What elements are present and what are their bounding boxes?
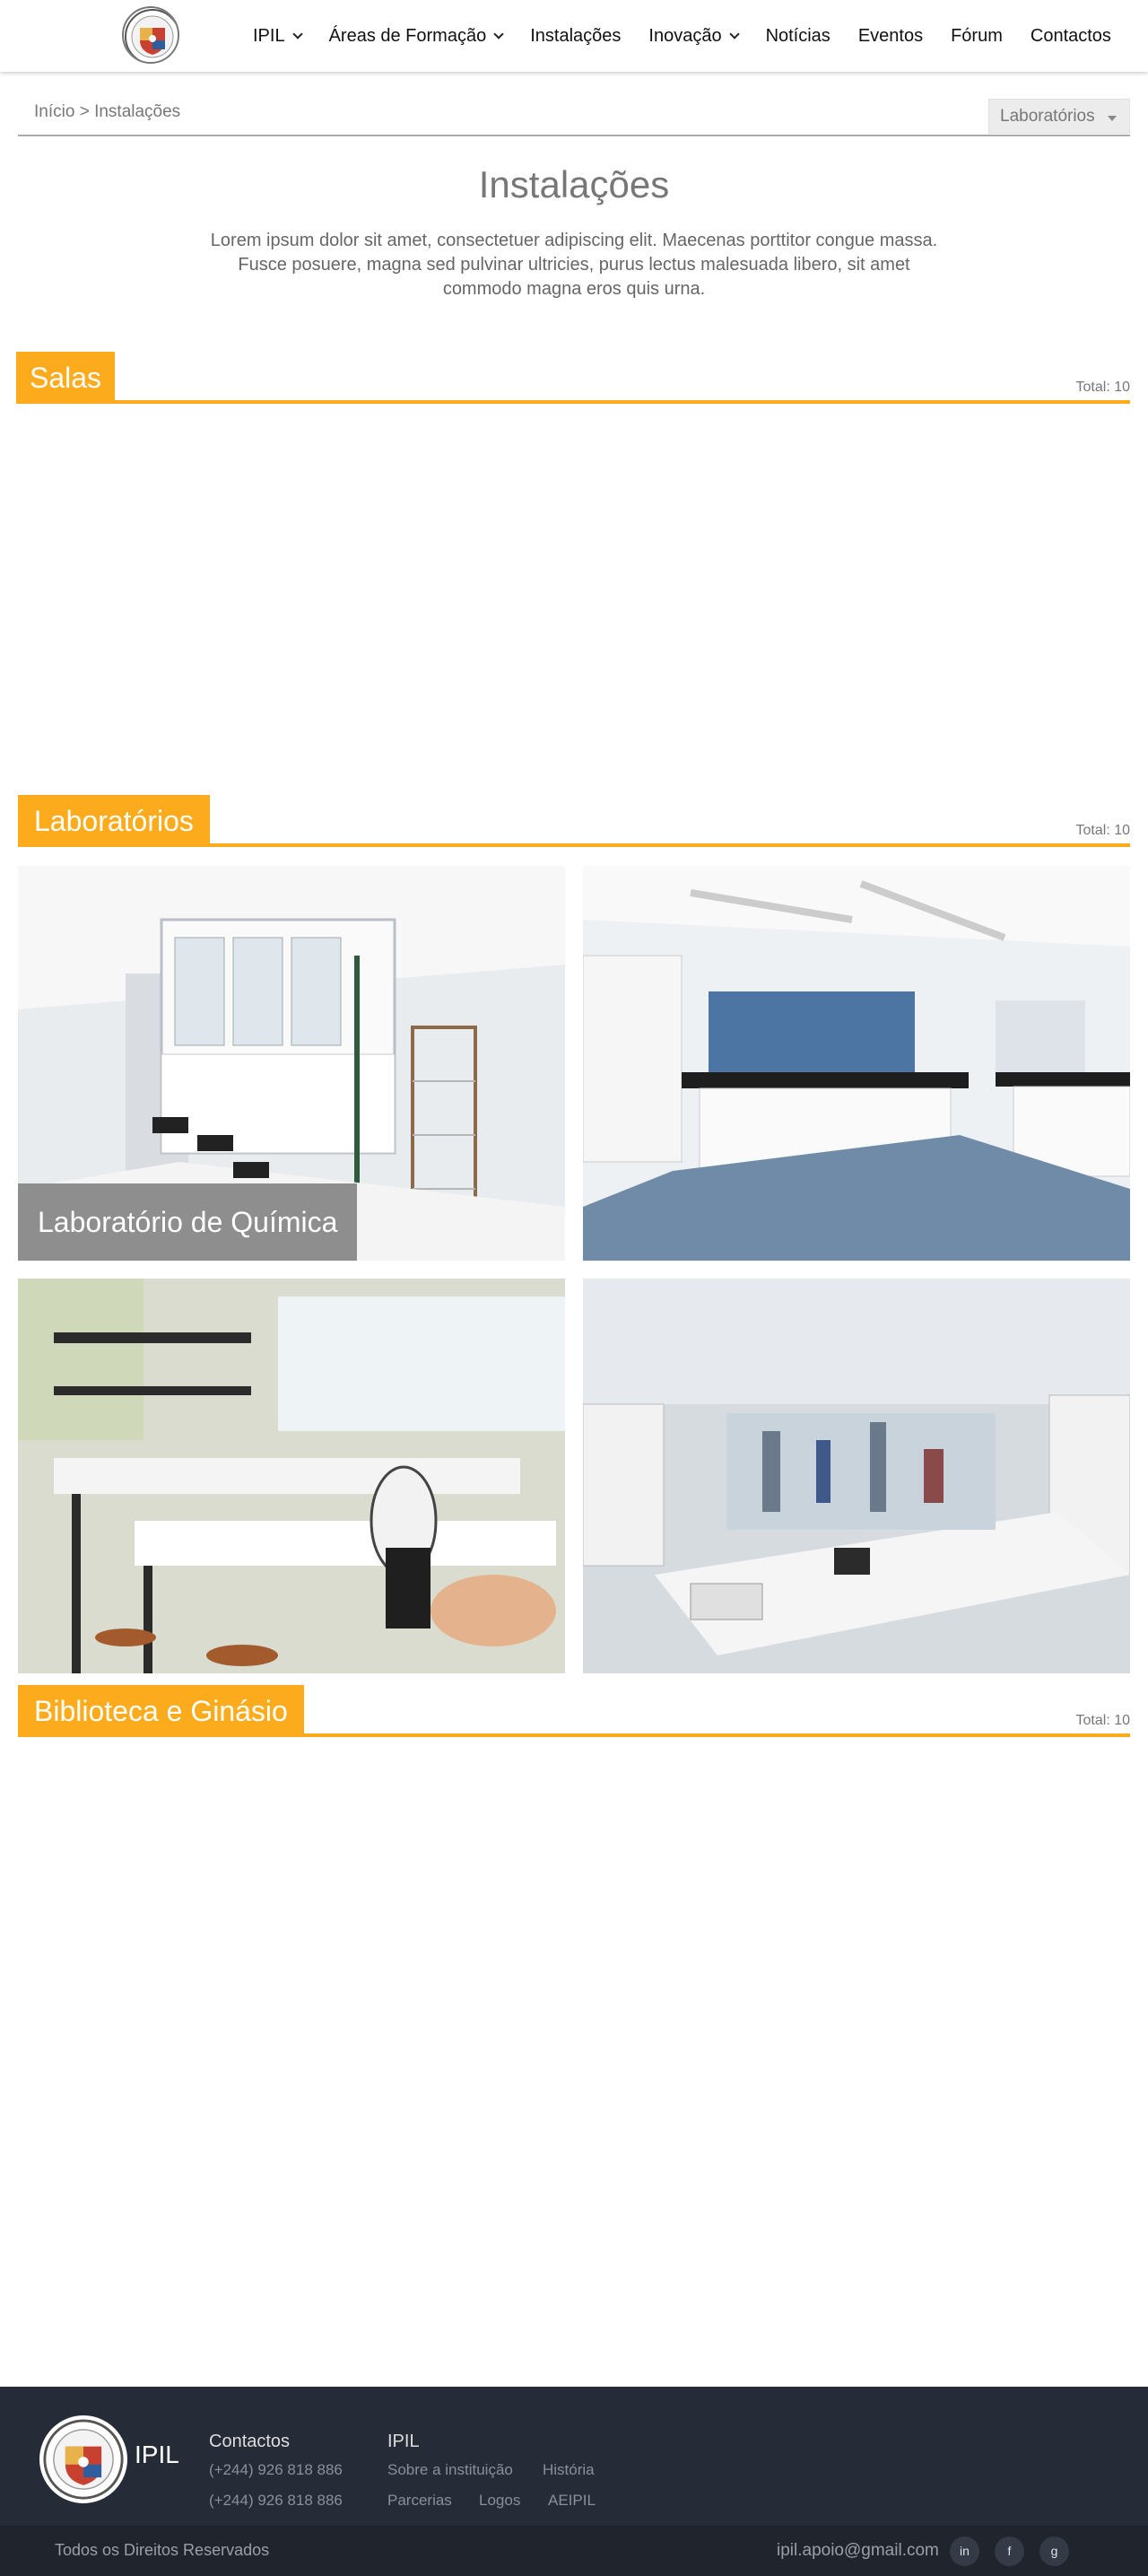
section-divider (16, 400, 1130, 404)
contact-email[interactable]: ipil.apoio@gmail.com (777, 2541, 939, 2561)
ipil-crest-icon[interactable] (122, 6, 179, 64)
nav-item-forum[interactable]: Fórum (951, 26, 1003, 47)
footer-link-sobre[interactable]: Sobre a instituição (387, 2461, 513, 2479)
lab-card-2[interactable] (583, 866, 1130, 1261)
category-filter-value: Laboratórios (1000, 107, 1095, 126)
nav-item-label: Notícias (765, 25, 831, 46)
nav-item-instalacoes[interactable]: Instalações (530, 26, 621, 47)
footer-phone[interactable]: (+244) 926 818 886 (209, 2492, 343, 2510)
category-filter-dropdown[interactable]: Laboratórios (988, 99, 1130, 134)
breadcrumb[interactable]: Início > Instalações (34, 102, 180, 122)
footer-ipil-title: IPIL (387, 2432, 420, 2451)
card-caption: Laboratório de Química (18, 1183, 358, 1261)
nav-item-noticias[interactable]: Notícias (766, 26, 831, 47)
footer-bottom-bar: Todos os Direitos Reservados ipil.apoio@… (0, 2526, 1148, 2576)
lab-card-quimica[interactable]: Laboratório de Química (18, 866, 565, 1261)
top-navbar: IPIL Áreas de Formação Instalações Inovação… (0, 0, 1148, 72)
section-title: Laboratórios (18, 795, 210, 847)
footer-link-aeipil[interactable]: AEIPIL (548, 2492, 596, 2510)
section-header-laboratorios: Laboratórios Total: 10 (18, 795, 1130, 847)
section-total: Total: 10 (1075, 823, 1130, 838)
footer-link-historia[interactable]: História (543, 2461, 595, 2479)
footer-brand: IPIL (135, 2441, 179, 2468)
footer-phone[interactable]: (+244) 926 818 886 (209, 2461, 343, 2479)
chevron-down-icon (493, 28, 504, 39)
section-header-salas: Salas Total: 10 (16, 352, 1130, 404)
section-title: Salas (16, 352, 116, 404)
nav-item-areas-de-formacao[interactable]: Áreas de Formação (328, 25, 504, 47)
nav-item-inovacao[interactable]: Inovação (648, 25, 740, 47)
lab-photo (583, 1279, 1130, 1673)
nav-item-ipil[interactable]: IPIL (253, 25, 303, 47)
page-title: Instalações (478, 163, 670, 205)
linkedin-icon[interactable]: in (950, 2537, 979, 2566)
breadcrumb-bar: Início > Instalações Laboratórios (18, 88, 1130, 136)
lab-card-4[interactable] (583, 1279, 1130, 1673)
nav-item-label: Inovação (648, 25, 722, 46)
footer-link-logos[interactable]: Logos (479, 2492, 520, 2510)
nav-item-label: Contactos (1030, 25, 1111, 46)
lab-card-3[interactable] (18, 1279, 565, 1673)
facebook-icon[interactable]: f (995, 2537, 1024, 2566)
nav-item-label: Áreas de Formação (328, 25, 487, 46)
chevron-down-icon (728, 28, 740, 39)
ipil-crest-icon[interactable] (39, 2415, 127, 2503)
section-total: Total: 10 (1075, 380, 1130, 395)
nav-item-contactos[interactable]: Contactos (1031, 26, 1111, 47)
nav-item-label: IPIL (253, 25, 285, 46)
chevron-down-icon (291, 28, 303, 39)
footer-contacts-title: Contactos (209, 2432, 291, 2451)
google-icon[interactable]: g (1039, 2537, 1069, 2566)
lab-photo (583, 866, 1130, 1261)
lab-photo (18, 1279, 565, 1673)
section-header-biblioteca-ginasio: Biblioteca e Ginásio Total: 10 (18, 1685, 1130, 1737)
page-intro: Lorem ipsum dolor sit amet, consectetuer… (210, 231, 938, 299)
main-nav: IPIL Áreas de Formação Instalações Inovação… (253, 0, 1111, 72)
copyright-text: Todos os Direitos Reservados (55, 2541, 270, 2559)
nav-item-label: Instalações (530, 25, 622, 46)
caret-down-icon (1108, 116, 1117, 121)
footer-link-parcerias[interactable]: Parcerias (387, 2492, 452, 2510)
footer: IPIL Contactos (+244) 926 818 886 (+244)… (0, 2387, 1148, 2526)
nav-item-label: Eventos (857, 25, 924, 46)
nav-item-eventos[interactable]: Eventos (858, 26, 923, 47)
section-title: Biblioteca e Ginásio (18, 1685, 304, 1737)
nav-item-label: Fórum (951, 25, 1003, 46)
section-total: Total: 10 (1075, 1713, 1130, 1728)
